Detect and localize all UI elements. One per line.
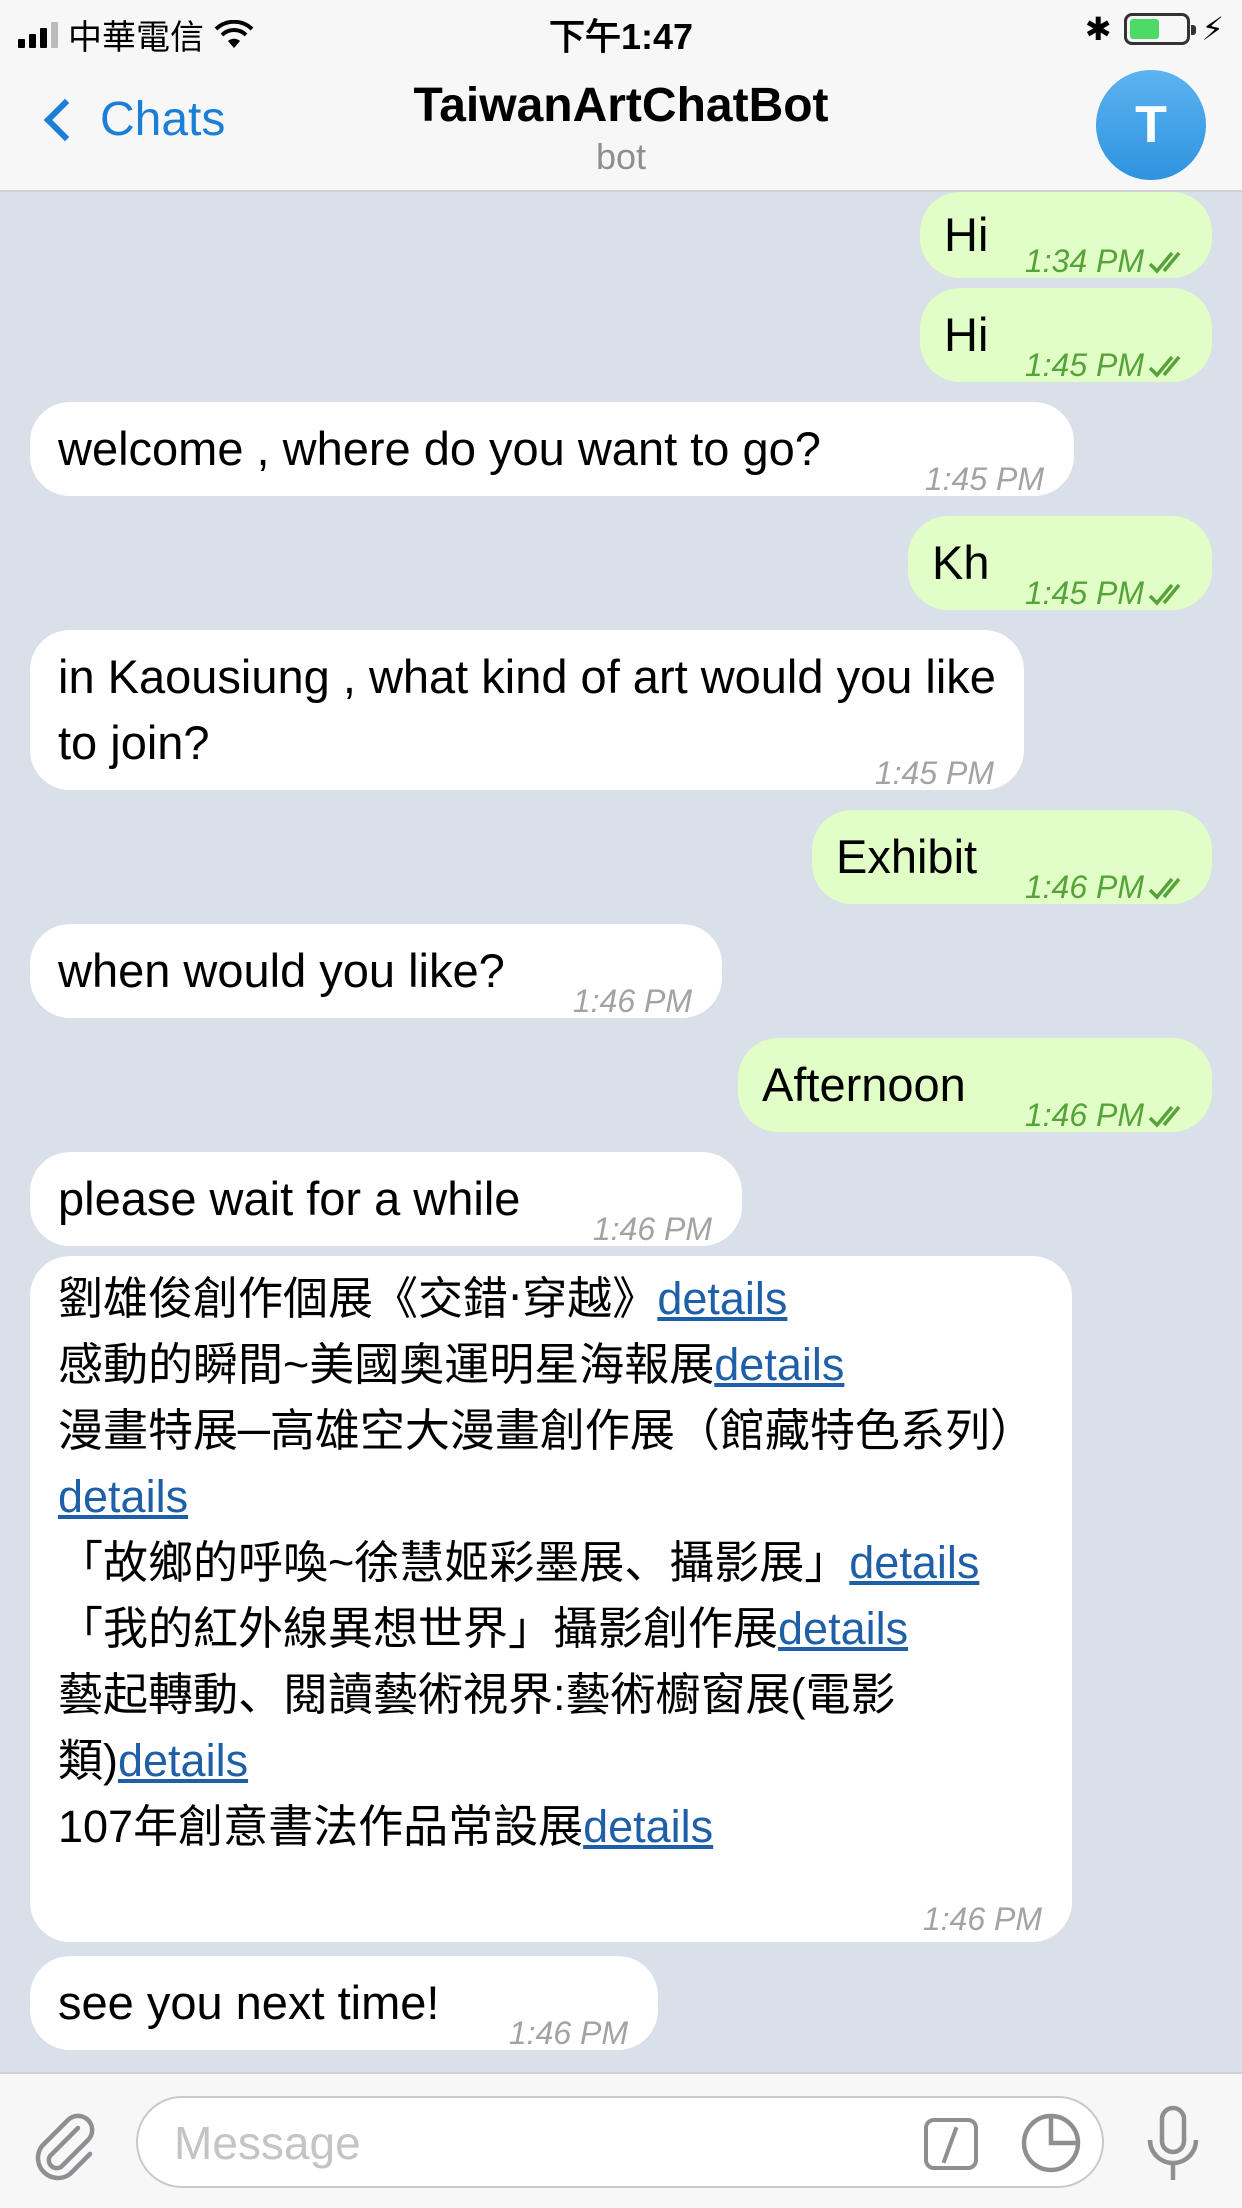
message-text: Hi bbox=[944, 208, 989, 261]
message-text: in Kaousiung , what kind of art would yo… bbox=[58, 650, 996, 769]
exhibition-list: 劉雄俊創作個展《交錯‧穿越》details 感動的瞬間~美國奧運明星海報展det… bbox=[58, 1266, 1035, 1860]
message-outgoing[interactable]: Kh 1:45 PM bbox=[908, 516, 1212, 611]
status-right: ✱ ⚡ bbox=[1085, 10, 1224, 48]
battery-icon bbox=[1123, 13, 1196, 45]
read-ticks-icon bbox=[1148, 877, 1181, 900]
read-ticks-icon bbox=[1148, 583, 1181, 606]
message-text: see you next time! bbox=[58, 1976, 440, 2029]
message-time: 1:46 PM bbox=[1024, 1097, 1144, 1133]
message-time: 1:45 PM bbox=[874, 755, 994, 791]
message-outgoing[interactable]: Hi 1:34 PM bbox=[920, 192, 1212, 279]
message-text: Kh bbox=[932, 536, 990, 589]
message-time: 1:45 PM bbox=[1024, 347, 1144, 383]
exhibition-title: 「我的紅外線異想世界」攝影創作展 bbox=[58, 1603, 779, 1654]
sticker-icon[interactable] bbox=[1020, 2112, 1082, 2174]
details-link[interactable]: details bbox=[583, 1801, 713, 1852]
details-link[interactable]: details bbox=[778, 1603, 908, 1654]
message-incoming-exhibition-list[interactable]: 劉雄俊創作個展《交錯‧穿越》details 感動的瞬間~美國奧運明星海報展det… bbox=[30, 1256, 1072, 1942]
chat-title[interactable]: TaiwanArtChatBot bbox=[0, 78, 1242, 133]
microphone-icon[interactable] bbox=[1138, 2104, 1208, 2184]
exhibition-title: 107年創意書法作品常設展 bbox=[58, 1801, 584, 1852]
message-input[interactable] bbox=[174, 2116, 854, 2170]
message-text: Hi bbox=[944, 308, 989, 361]
message-incoming[interactable]: welcome , where do you want to go? 1:45 … bbox=[30, 402, 1074, 497]
message-time: 1:34 PM bbox=[1024, 243, 1144, 279]
message-outgoing[interactable]: Hi 1:45 PM bbox=[920, 288, 1212, 383]
exhibition-title: 「故鄉的呼喚~徐慧姬彩墨展、攝影展」 bbox=[58, 1537, 850, 1588]
clock: 下午1:47 bbox=[548, 16, 694, 57]
details-link[interactable]: details bbox=[849, 1537, 979, 1588]
message-time: 1:46 PM bbox=[922, 1901, 1042, 1937]
exhibition-title: 劉雄俊創作個展《交錯‧穿越》 bbox=[58, 1273, 658, 1324]
message-time: 1:45 PM bbox=[1024, 575, 1144, 611]
message-meta: 1:45 PM bbox=[1025, 332, 1192, 398]
message-text: Exhibit bbox=[836, 830, 978, 883]
read-ticks-icon bbox=[1148, 1105, 1181, 1128]
nav-bar: Chats TaiwanArtChatBot bot T bbox=[0, 62, 1242, 192]
message-incoming[interactable]: please wait for a while 1:46 PM bbox=[30, 1152, 742, 1247]
read-ticks-icon bbox=[1148, 251, 1181, 274]
bot-command-icon[interactable] bbox=[924, 2118, 978, 2170]
message-meta: 1:34 PM bbox=[1025, 228, 1192, 294]
read-ticks-icon bbox=[1148, 355, 1181, 378]
chat-subtitle: bot bbox=[595, 136, 647, 177]
list-item: 劉雄俊創作個展《交錯‧穿越》details bbox=[58, 1266, 1018, 1332]
message-text: please wait for a while bbox=[58, 1172, 521, 1225]
details-link[interactable]: details bbox=[118, 1735, 248, 1786]
exhibition-title: 漫畫特展─高雄空大漫畫創作展（館藏特色系列） bbox=[58, 1405, 1035, 1456]
avatar[interactable]: T bbox=[1096, 70, 1206, 180]
input-bar bbox=[0, 2072, 1242, 2208]
message-meta: 1:46 PM bbox=[1025, 854, 1192, 920]
exhibition-title: 感動的瞬間~美國奧運明星海報展 bbox=[58, 1339, 715, 1390]
message-text: when would you like? bbox=[58, 944, 505, 997]
message-time: 1:46 PM bbox=[1024, 869, 1144, 905]
chat-area[interactable]: Hi 1:34 PM Hi 1:45 PM welcome , where do… bbox=[0, 192, 1242, 2072]
list-item: 107年創意書法作品常設展details bbox=[58, 1794, 1018, 1860]
status-bar: 中華電信 下午1:47 ✱ ⚡ bbox=[0, 0, 1242, 62]
message-field[interactable] bbox=[136, 2096, 1104, 2188]
list-item: 「我的紅外線異想世界」攝影創作展details bbox=[58, 1596, 1018, 1662]
details-link[interactable]: details bbox=[714, 1339, 844, 1390]
list-item: 藝起轉動、閱讀藝術視界:藝術櫥窗展(電影類)details bbox=[58, 1662, 1018, 1794]
message-text: Afternoon bbox=[762, 1058, 966, 1111]
message-meta: 1:46 PM bbox=[1025, 1082, 1192, 1148]
message-time: 1:46 PM bbox=[592, 1211, 712, 1247]
message-outgoing[interactable]: Exhibit 1:46 PM bbox=[812, 810, 1212, 905]
message-time: 1:46 PM bbox=[508, 2015, 628, 2051]
message-text: welcome , where do you want to go? bbox=[58, 422, 821, 475]
details-link[interactable]: details bbox=[58, 1471, 188, 1522]
message-incoming[interactable]: in Kaousiung , what kind of art would yo… bbox=[30, 630, 1024, 791]
message-incoming[interactable]: see you next time! 1:46 PM bbox=[30, 1956, 658, 2051]
attach-icon[interactable] bbox=[30, 2112, 100, 2182]
message-meta: 1:45 PM bbox=[1025, 560, 1192, 626]
message-incoming[interactable]: when would you like? 1:46 PM bbox=[30, 924, 722, 1019]
list-item: 漫畫特展─高雄空大漫畫創作展（館藏特色系列） details bbox=[58, 1398, 1035, 1530]
message-time: 1:45 PM bbox=[924, 461, 1044, 497]
bluetooth-icon: ✱ bbox=[1084, 11, 1112, 47]
battery-level bbox=[1129, 19, 1160, 39]
details-link[interactable]: details bbox=[657, 1273, 787, 1324]
list-item: 「故鄉的呼喚~徐慧姬彩墨展、攝影展」details bbox=[58, 1530, 1018, 1596]
message-time: 1:46 PM bbox=[572, 983, 692, 1019]
message-outgoing[interactable]: Afternoon 1:46 PM bbox=[738, 1038, 1212, 1133]
charging-icon: ⚡ bbox=[1201, 11, 1224, 47]
list-item: 感動的瞬間~美國奧運明星海報展details bbox=[58, 1332, 1018, 1398]
